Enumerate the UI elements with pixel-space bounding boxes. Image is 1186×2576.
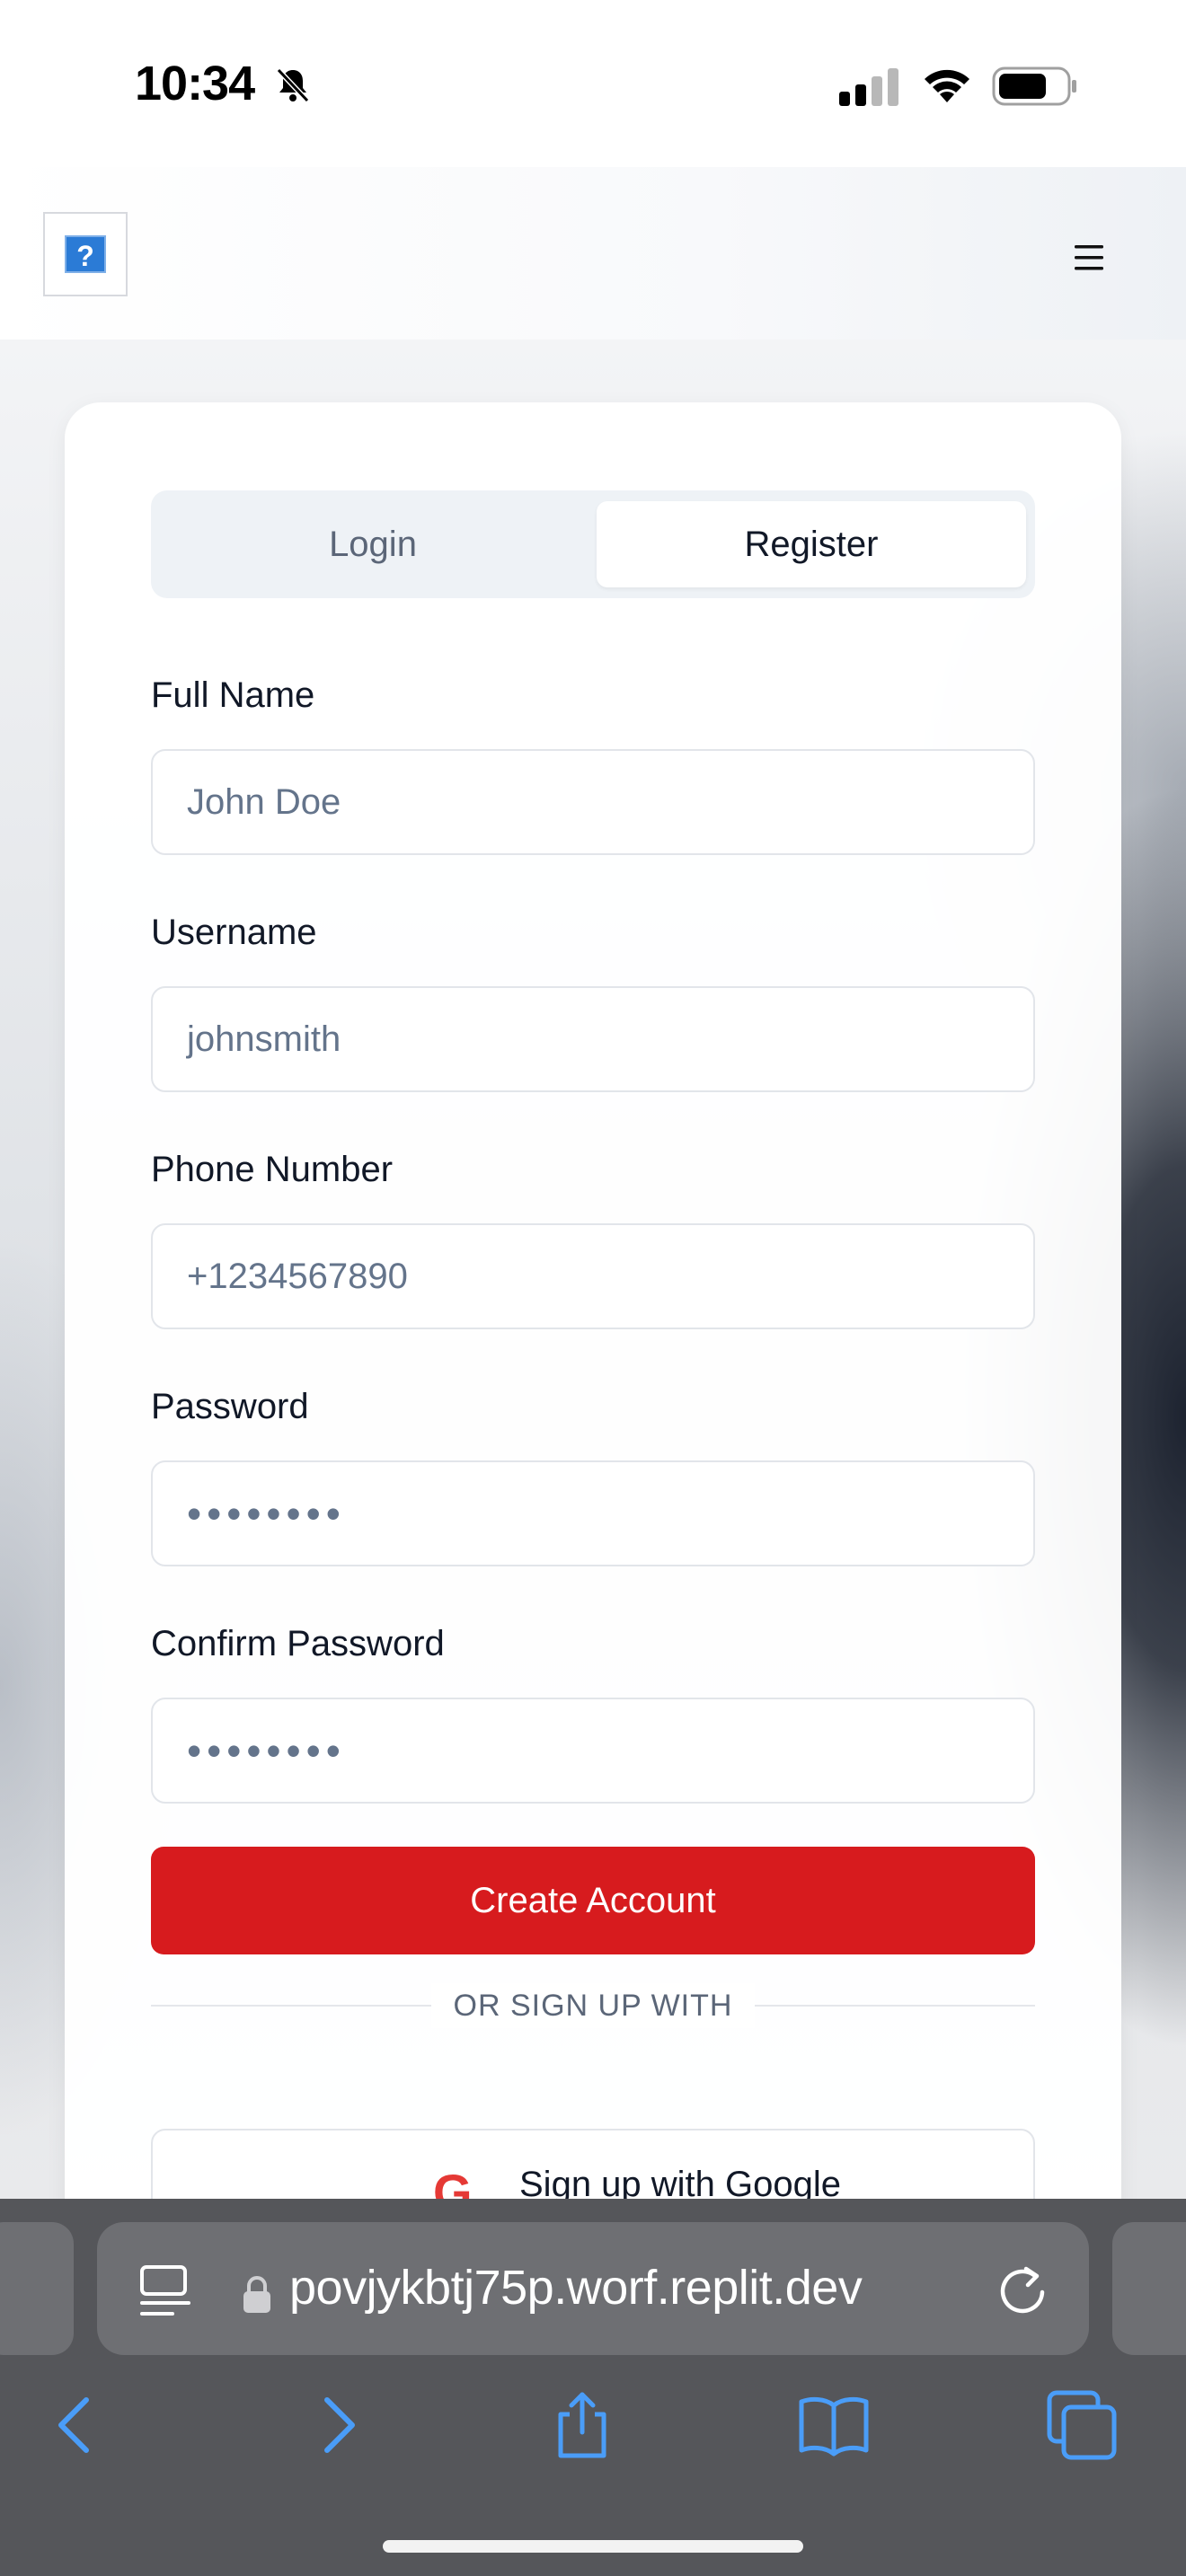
phone-number-label: Phone Number bbox=[151, 1150, 394, 1189]
forward-icon[interactable] bbox=[300, 2389, 372, 2461]
share-icon[interactable] bbox=[546, 2389, 618, 2461]
full-name-input[interactable]: John Doe bbox=[151, 749, 1035, 855]
battery-icon bbox=[992, 66, 1076, 106]
tab-login[interactable]: Login bbox=[160, 501, 586, 587]
bell-slash-icon bbox=[276, 67, 310, 103]
auth-tabs: Login Register bbox=[151, 490, 1035, 598]
tab-register[interactable]: Register bbox=[597, 501, 1026, 587]
full-name-label: Full Name bbox=[151, 675, 315, 715]
username-input[interactable]: johnsmith bbox=[151, 986, 1035, 1092]
status-bar: 10:34 bbox=[0, 0, 1186, 167]
next-tab-preview[interactable] bbox=[1112, 2222, 1186, 2355]
browser-toolbar: povjykbtj75p.worf.replit.dev bbox=[0, 2199, 1186, 2576]
page-menu-icon[interactable] bbox=[138, 2262, 194, 2319]
username-label: Username bbox=[151, 913, 317, 952]
confirm-password-input[interactable]: •••••••• bbox=[151, 1698, 1035, 1804]
cellular-signal-icon bbox=[839, 68, 898, 106]
home-indicator bbox=[383, 2540, 803, 2553]
confirm-password-label: Confirm Password bbox=[151, 1624, 445, 1663]
back-icon[interactable] bbox=[41, 2389, 113, 2461]
phone-number-input[interactable]: +1234567890 bbox=[151, 1223, 1035, 1329]
bookmarks-icon[interactable] bbox=[798, 2389, 870, 2461]
lock-icon bbox=[243, 2276, 270, 2313]
create-account-button[interactable]: Create Account bbox=[151, 1847, 1035, 1954]
reload-icon[interactable] bbox=[996, 2262, 1049, 2319]
password-label: Password bbox=[151, 1387, 309, 1426]
divider-text: OR SIGN UP WITH bbox=[431, 1983, 755, 2028]
auth-card: Login Register Full Name John Doe Userna… bbox=[65, 402, 1121, 2289]
status-time: 10:34 bbox=[135, 57, 255, 110]
site-logo[interactable]: ? bbox=[43, 212, 128, 296]
password-placeholder: •••••••• bbox=[187, 1490, 346, 1537]
previous-tab-preview[interactable] bbox=[0, 2222, 74, 2355]
site-header: ? bbox=[0, 167, 1186, 340]
tabs-icon[interactable] bbox=[1046, 2389, 1118, 2461]
hamburger-menu-icon[interactable] bbox=[1071, 243, 1107, 273]
broken-image-icon: ? bbox=[65, 235, 106, 273]
address-bar[interactable]: povjykbtj75p.worf.replit.dev bbox=[97, 2222, 1089, 2355]
wifi-icon bbox=[925, 69, 969, 102]
confirm-password-placeholder: •••••••• bbox=[187, 1727, 346, 1774]
url-text: povjykbtj75p.worf.replit.dev bbox=[289, 2261, 863, 2315]
password-input[interactable]: •••••••• bbox=[151, 1460, 1035, 1566]
